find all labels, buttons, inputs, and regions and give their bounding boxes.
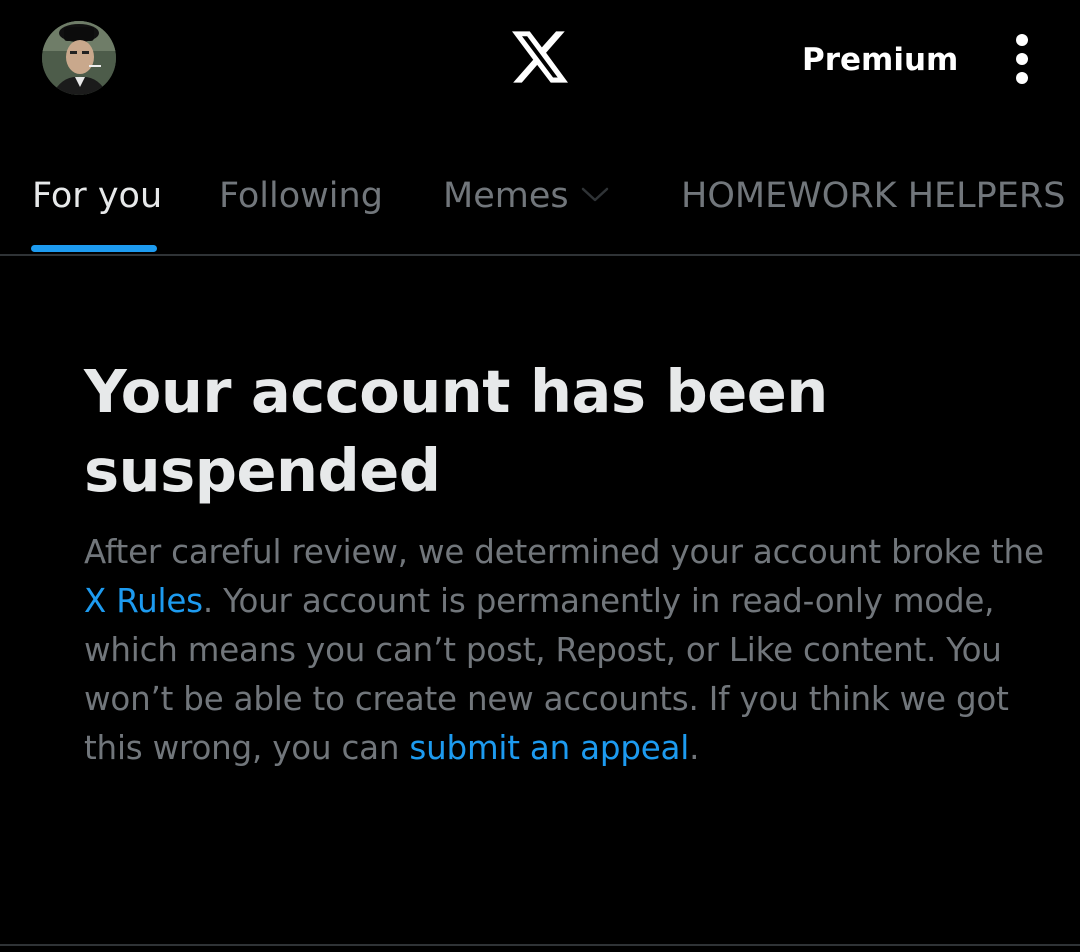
active-tab-indicator [31,245,157,252]
tab-homework-helpers[interactable]: HOMEWORK HELPERS [681,174,1065,218]
message-text: After careful review, we determined your… [84,533,1044,571]
suspension-title: Your account has been suspended [84,357,828,505]
submit-appeal-link[interactable]: submit an appeal [409,729,689,767]
suspension-message: After careful review, we determined your… [84,528,1044,773]
divider [0,944,1080,946]
chevron-down-icon[interactable] [580,186,610,204]
premium-button[interactable]: Premium [802,40,958,80]
top-bar: Premium [0,0,1080,120]
tab-for-you[interactable]: For you [32,174,162,218]
x-rules-link[interactable]: X Rules [84,582,203,620]
timeline-tabs: For you Following Memes HOMEWORK HELPERS [0,150,1080,256]
tab-following[interactable]: Following [219,174,383,218]
avatar[interactable] [42,21,116,95]
tab-memes[interactable]: Memes [443,174,569,218]
message-end: . [689,729,700,767]
avatar-image [42,21,116,95]
more-vertical-icon[interactable] [1006,32,1038,86]
x-logo-icon[interactable] [512,31,568,83]
